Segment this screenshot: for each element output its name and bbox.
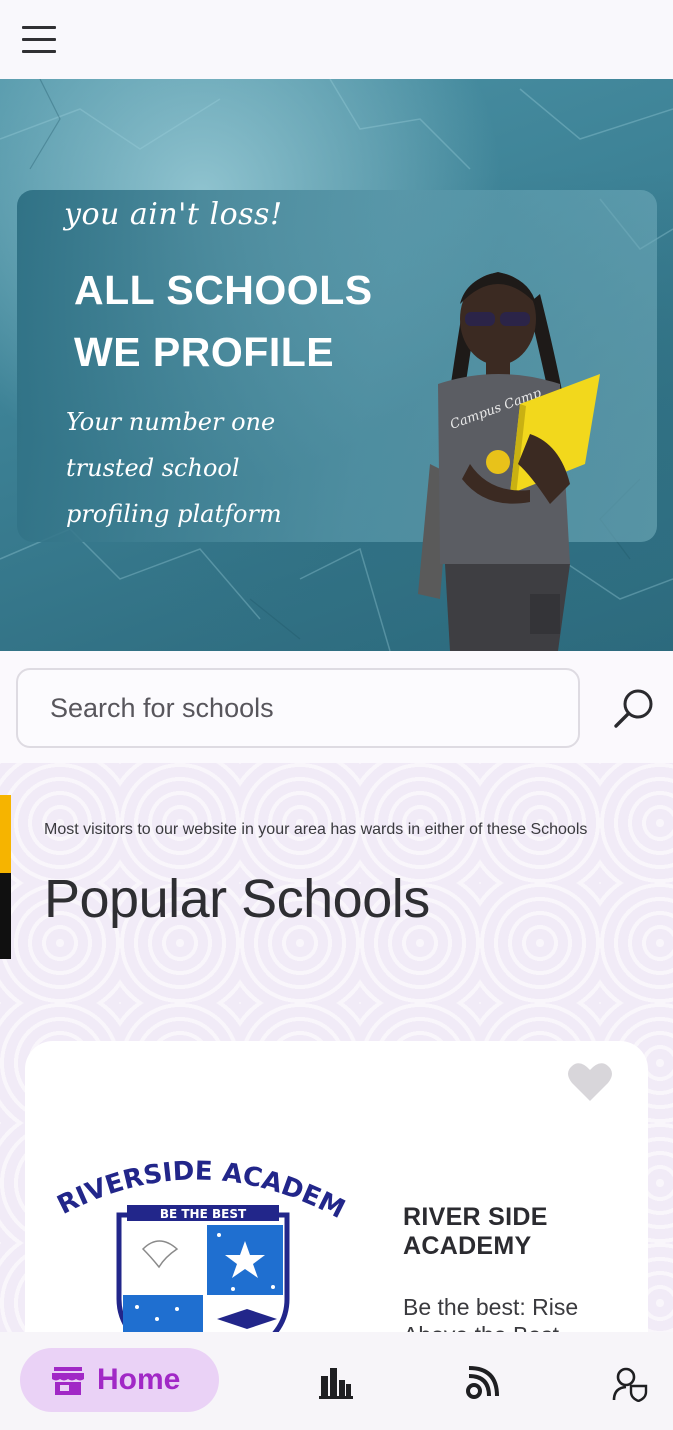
leaderboard-icon[interactable] (319, 1366, 353, 1400)
student-photo: Campus Camp (418, 272, 600, 651)
hero-subtag-line-3: profiling platform (66, 500, 282, 528)
hero-banner: you ain't loss! ALL SCHOOLS WE PROFILE Y… (0, 79, 673, 651)
hero-tagline: you ain't loss! (64, 197, 283, 232)
hero-subtag-line-2: trusted school (66, 454, 240, 482)
school-card[interactable]: RIVERSIDE ACADEMY BE THE BEST RIVER SIDE… (25, 1041, 648, 1371)
hero-subtag-line-1: Your number one (66, 408, 276, 436)
search-box[interactable] (16, 668, 580, 748)
popular-note: Most visitors to our website in your are… (44, 821, 588, 838)
bottom-navigation: Home (0, 1332, 673, 1430)
section-title: Popular Schools (44, 869, 430, 929)
hero-headline: ALL SCHOOLS WE PROFILE (74, 259, 373, 383)
heart-icon[interactable] (567, 1061, 613, 1103)
account-security-icon[interactable] (612, 1366, 648, 1403)
hero-headline-line-2: WE PROFILE (74, 329, 335, 375)
search-icon[interactable] (610, 684, 658, 732)
nav-home-label: Home (97, 1363, 181, 1396)
top-app-bar (0, 0, 673, 79)
hamburger-menu-icon[interactable] (22, 24, 58, 56)
side-flag-tab[interactable] (0, 795, 11, 959)
hero-subtagline: Your number one trusted school profiling… (66, 399, 326, 537)
school-name: RIVER SIDE ACADEMY (403, 1203, 548, 1260)
logo-banner-text: BE THE BEST (160, 1207, 247, 1221)
hero-headline-line-1: ALL SCHOOLS (74, 267, 373, 313)
search-input[interactable] (48, 688, 552, 728)
nav-home[interactable]: Home (20, 1348, 219, 1412)
blog-feed-icon[interactable] (465, 1366, 499, 1400)
home-icon (52, 1367, 84, 1395)
